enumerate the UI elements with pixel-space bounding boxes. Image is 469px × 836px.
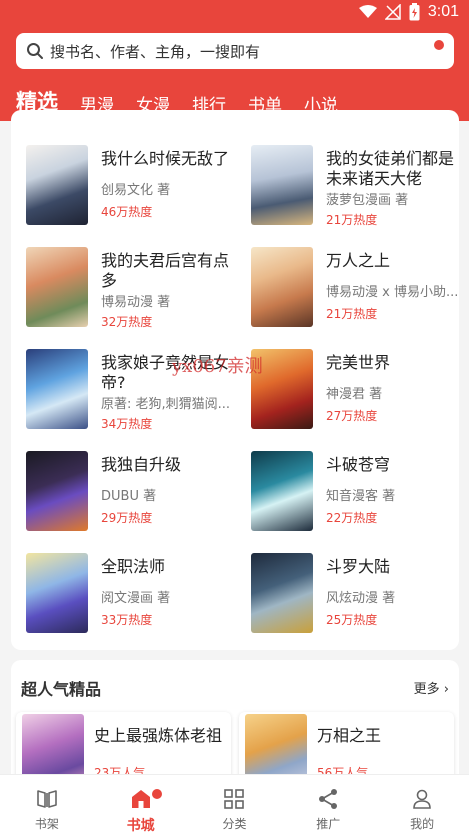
book-item[interactable]: 我独自升级 DUBU 著 29万热度 [26, 451, 241, 533]
book-title: 全职法师 [101, 557, 166, 576]
search-placeholder: 搜书名、作者、主角，一搜即有 [50, 42, 261, 61]
book-cover [26, 349, 88, 429]
more-link[interactable]: 更多 › [414, 678, 449, 697]
battery-icon [409, 3, 420, 21]
header: 搜书名、作者、主角，一搜即有 精选 男漫 女漫 排行 书单 小说 [0, 26, 469, 124]
status-icons: 3:01 [358, 3, 459, 21]
book-item[interactable]: 斗罗大陆 风炫动漫 著 25万热度 [251, 553, 459, 635]
book-title: 万人之上 [326, 251, 391, 270]
nav-store[interactable]: 书城 [94, 775, 188, 836]
nav-label: 书架 [34, 817, 59, 831]
nav-label: 我的 [410, 817, 435, 831]
nav-label: 书城 [126, 818, 155, 834]
notification-dot [151, 789, 162, 799]
book-cover [251, 451, 313, 531]
book-title: 我什么时候无敌了 [101, 149, 230, 168]
bottom-nav: 书架 书城 分类 推广 我的 [0, 774, 469, 836]
nav-profile[interactable]: 我的 [375, 775, 469, 836]
book-author: 菠萝包漫画 著 [326, 193, 409, 208]
book-heat: 21万热度 [326, 307, 378, 321]
nav-bookshelf[interactable]: 书架 [0, 775, 94, 836]
wifi-icon [358, 5, 377, 18]
featured-books-card: 我什么时候无敌了 创易文化 著 46万热度 我的女徒弟们都是未来诸天大佬 菠萝包… [11, 110, 459, 650]
book-cover [26, 553, 88, 633]
notification-dot [434, 40, 444, 50]
book-author: DUBU 著 [101, 489, 157, 504]
book-author: 原著: 老狗,刺猬猫阅... [101, 397, 231, 412]
book-heat: 34万热度 [101, 417, 153, 431]
book-title: 史上最强炼体老祖 [94, 726, 223, 745]
book-item[interactable]: 全职法师 阅文漫画 著 33万热度 [26, 553, 241, 635]
book-item[interactable]: 我的夫君后宫有点多 博易动漫 著 32万热度 [26, 247, 241, 329]
book-cover [251, 553, 313, 633]
signal-off-icon [384, 4, 401, 20]
book-cover [251, 247, 313, 327]
book-heat: 32万热度 [101, 315, 153, 329]
book-author: 创易文化 著 [101, 183, 171, 198]
book-author: 神漫君 著 [326, 387, 383, 402]
nav-label: 分类 [222, 817, 247, 831]
book-title: 斗罗大陆 [326, 557, 391, 576]
section-title: 超人气精品 [21, 680, 102, 699]
search-input[interactable]: 搜书名、作者、主角，一搜即有 [16, 33, 454, 69]
more-label: 更多 [413, 682, 440, 697]
book-title: 完美世界 [326, 353, 391, 372]
book-item[interactable]: 我的女徒弟们都是未来诸天大佬 菠萝包漫画 著 21万热度 [251, 145, 459, 227]
book-cover [251, 145, 313, 225]
category-icon [224, 789, 245, 809]
search-icon [27, 43, 43, 59]
book-cover [26, 145, 88, 225]
nav-label: 推广 [316, 817, 341, 831]
watermark: yx067亲测 [172, 356, 263, 377]
book-heat: 21万热度 [326, 213, 378, 227]
book-item[interactable]: 我什么时候无敌了 创易文化 著 46万热度 [26, 145, 241, 227]
nav-category[interactable]: 分类 [188, 775, 282, 836]
book-author: 风炫动漫 著 [326, 591, 396, 606]
book-cover [26, 451, 88, 531]
status-bar: 3:01 [0, 0, 469, 26]
popular-picks-card: 超人气精品 更多 › 史上最强炼体老祖 23万人气 万相之王 56万人气 [11, 660, 459, 790]
book-heat: 33万热度 [101, 613, 153, 627]
share-icon [319, 789, 338, 809]
book-item[interactable]: 万人之上 博易动漫 x 博易小助... 21万热度 [251, 247, 459, 329]
store-icon [131, 790, 150, 808]
book-heat: 29万热度 [101, 511, 153, 525]
book-author: 博易动漫 著 [101, 295, 171, 310]
book-title: 万相之王 [317, 726, 382, 745]
book-cover [26, 247, 88, 327]
chevron-right-icon: › [443, 682, 449, 697]
book-title: 我的夫君后宫有点多 [101, 251, 230, 290]
book-heat: 22万热度 [326, 511, 378, 525]
book-item[interactable]: 斗破苍穹 知音漫客 著 22万热度 [251, 451, 459, 533]
book-title: 我独自升级 [101, 455, 182, 474]
book-heat: 27万热度 [326, 409, 378, 423]
book-item[interactable]: 完美世界 神漫君 著 27万热度 [251, 349, 459, 431]
book-author: 阅文漫画 著 [101, 591, 171, 606]
book-title: 斗破苍穹 [326, 455, 391, 474]
book-heat: 46万热度 [101, 205, 153, 219]
nav-promote[interactable]: 推广 [281, 775, 375, 836]
book-heat: 25万热度 [326, 613, 378, 627]
book-author: 博易动漫 x 博易小助... [326, 285, 459, 300]
profile-icon [413, 789, 431, 809]
bookshelf-icon [37, 790, 57, 808]
book-author: 知音漫客 著 [326, 489, 396, 504]
status-time: 3:01 [427, 3, 459, 20]
book-title: 我的女徒弟们都是未来诸天大佬 [326, 149, 455, 188]
